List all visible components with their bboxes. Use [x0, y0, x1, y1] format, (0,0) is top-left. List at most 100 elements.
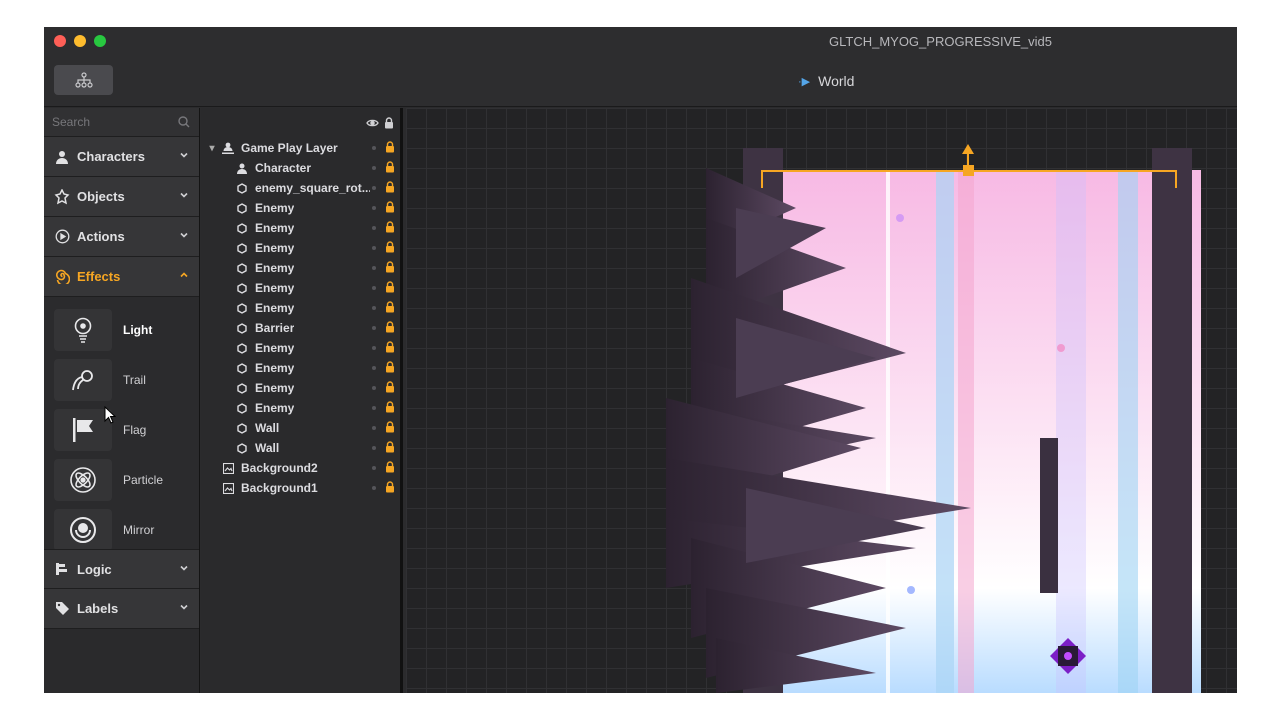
effect-label: Particle: [123, 473, 164, 487]
visibility-dot[interactable]: [372, 426, 376, 430]
lock-icon[interactable]: [385, 321, 395, 336]
layer-item[interactable]: Enemy: [201, 218, 400, 238]
layer-background[interactable]: Background1: [201, 478, 400, 498]
lock-icon[interactable]: [385, 141, 395, 156]
toolbar: ·▶ World: [44, 55, 1237, 107]
lock-icon[interactable]: [385, 181, 395, 196]
visibility-dot[interactable]: [372, 266, 376, 270]
world-canvas[interactable]: [406, 108, 1237, 693]
visibility-dot[interactable]: [372, 446, 376, 450]
category-logic[interactable]: Logic: [44, 549, 199, 589]
category-actions[interactable]: Actions: [44, 217, 199, 257]
effect-thumbnail[interactable]: [54, 359, 112, 401]
effect-trail[interactable]: Trail: [44, 355, 199, 405]
search-icon: [178, 116, 190, 128]
search-input[interactable]: [44, 108, 199, 136]
lock-icon[interactable]: [385, 441, 395, 456]
layer-item[interactable]: Wall: [201, 438, 400, 458]
visibility-dot[interactable]: [372, 366, 376, 370]
play-arrow-icon: ·▶: [798, 75, 811, 88]
lock-icon[interactable]: [385, 401, 395, 416]
level-scene: [666, 144, 1201, 693]
layer-item[interactable]: enemy_square_rot...: [201, 178, 400, 198]
visibility-dot[interactable]: [372, 326, 376, 330]
layer-item[interactable]: Wall: [201, 418, 400, 438]
visibility-dot[interactable]: [372, 146, 376, 150]
category-label: Characters: [77, 149, 145, 164]
lock-icon[interactable]: [385, 361, 395, 376]
effect-particle[interactable]: Particle: [44, 455, 199, 505]
layer-item[interactable]: Enemy: [201, 258, 400, 278]
effect-thumbnail[interactable]: [54, 509, 112, 551]
hexagon-icon: [233, 302, 251, 314]
visibility-dot[interactable]: [372, 206, 376, 210]
effect-mirror[interactable]: Mirror: [44, 505, 199, 555]
breadcrumb-world[interactable]: World: [818, 73, 854, 89]
hexagon-icon: [233, 442, 251, 454]
breadcrumb[interactable]: ·▶ World: [798, 73, 854, 89]
visibility-dot[interactable]: [372, 186, 376, 190]
lock-icon[interactable]: [385, 421, 395, 436]
lock-icon[interactable]: [385, 261, 395, 276]
layer-item[interactable]: Enemy: [201, 198, 400, 218]
visibility-dot[interactable]: [372, 406, 376, 410]
eye-icon[interactable]: [366, 118, 379, 128]
effect-flag[interactable]: Flag: [44, 405, 199, 455]
lock-icon[interactable]: [385, 301, 395, 316]
layer-item[interactable]: Character: [201, 158, 400, 178]
move-handle-icon[interactable]: [962, 144, 974, 154]
category-characters[interactable]: Characters: [44, 137, 199, 177]
category-labels[interactable]: Labels: [44, 589, 199, 629]
layer-item[interactable]: Enemy: [201, 298, 400, 318]
disclosure-triangle-icon[interactable]: ▾: [205, 143, 219, 154]
logic-icon: [54, 561, 70, 577]
lock-icon[interactable]: [385, 461, 395, 476]
category-label: Labels: [77, 601, 119, 616]
layer-item[interactable]: Enemy: [201, 358, 400, 378]
layer-item[interactable]: Enemy: [201, 278, 400, 298]
chevron-down-icon: [180, 192, 188, 198]
visibility-dot[interactable]: [372, 286, 376, 290]
hexagon-icon: [233, 282, 251, 294]
category-objects[interactable]: Objects: [44, 177, 199, 217]
layer-item[interactable]: Enemy: [201, 338, 400, 358]
visibility-dot[interactable]: [372, 166, 376, 170]
category-label: Effects: [77, 269, 121, 284]
visibility-dot[interactable]: [372, 466, 376, 470]
visibility-dot[interactable]: [372, 246, 376, 250]
layer-item[interactable]: Enemy: [201, 398, 400, 418]
hexagon-icon: [233, 402, 251, 414]
effect-thumbnail[interactable]: [54, 459, 112, 501]
category-effects[interactable]: Effects: [44, 257, 199, 297]
effect-light[interactable]: Light: [44, 305, 199, 424]
lock-icon[interactable]: [385, 281, 395, 296]
layer-group-game-play[interactable]: ▾ Game Play Layer: [201, 138, 400, 158]
effect-thumbnail[interactable]: [54, 309, 112, 351]
lock-icon[interactable]: [384, 117, 394, 129]
lock-icon[interactable]: [385, 241, 395, 256]
light-bulb-icon: [74, 317, 92, 343]
layer-label: Enemy: [255, 401, 295, 415]
visibility-dot[interactable]: [372, 346, 376, 350]
lock-icon[interactable]: [385, 481, 395, 496]
hexagon-icon: [233, 342, 251, 354]
mirror-icon: [70, 517, 96, 543]
layer-background[interactable]: Background2: [201, 458, 400, 478]
visibility-dot[interactable]: [372, 306, 376, 310]
effect-label: Light: [123, 323, 153, 337]
visibility-dot[interactable]: [372, 226, 376, 230]
visibility-dot[interactable]: [372, 386, 376, 390]
visibility-dot[interactable]: [372, 486, 376, 490]
lock-icon[interactable]: [385, 221, 395, 236]
hexagon-icon: [233, 262, 251, 274]
hierarchy-button[interactable]: [54, 65, 113, 95]
category-label: Objects: [77, 189, 125, 204]
image-icon: [219, 482, 237, 494]
lock-icon[interactable]: [385, 201, 395, 216]
layer-item[interactable]: Enemy: [201, 238, 400, 258]
lock-icon[interactable]: [385, 341, 395, 356]
lock-icon[interactable]: [385, 381, 395, 396]
lock-icon[interactable]: [385, 161, 395, 176]
layer-item[interactable]: Barrier: [201, 318, 400, 338]
layer-item[interactable]: Enemy: [201, 378, 400, 398]
